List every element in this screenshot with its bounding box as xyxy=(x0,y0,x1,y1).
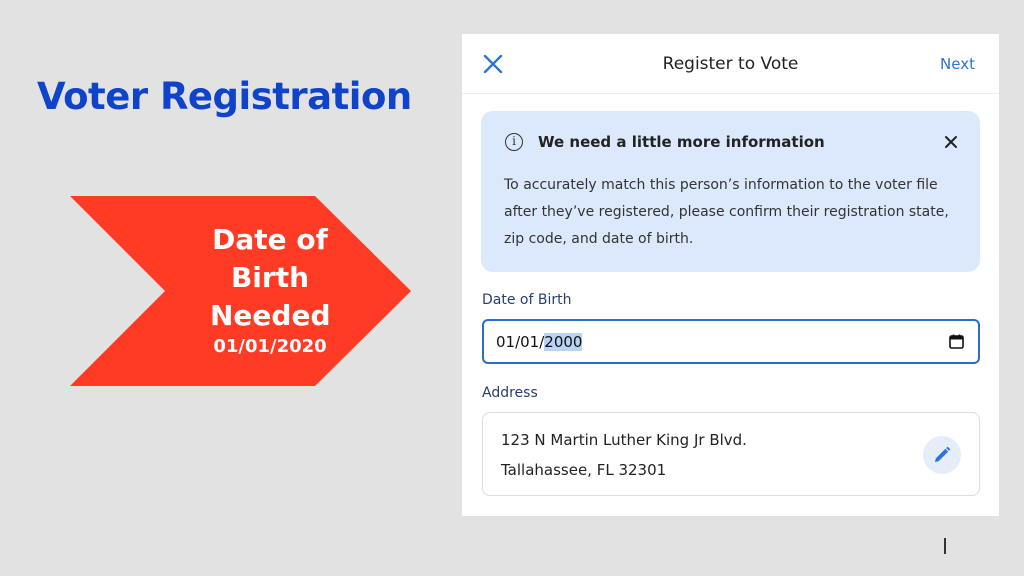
callout-line-2: Birth xyxy=(230,261,310,294)
info-icon: i xyxy=(505,133,523,151)
close-icon[interactable] xyxy=(944,135,958,149)
next-button[interactable]: Next xyxy=(940,55,975,73)
date-of-birth-label: Date of Birth xyxy=(482,292,572,308)
dialog-title: Register to Vote xyxy=(662,54,799,74)
info-banner: i We need a little more information To a… xyxy=(481,111,980,272)
pencil-icon xyxy=(935,446,951,462)
register-dialog: Register to Vote Next i We need a little… xyxy=(462,34,999,516)
address-line-2: Tallahassee, FL 32301 xyxy=(501,461,667,479)
calendar-icon[interactable] xyxy=(949,334,964,349)
callout-line-3: Needed xyxy=(210,299,331,332)
date-of-birth-value: 01/01/2000 xyxy=(496,333,583,351)
date-year-selected: 2000 xyxy=(544,333,583,351)
callout-date: 01/01/2020 xyxy=(213,336,327,357)
date-of-birth-input[interactable]: 01/01/2000 xyxy=(482,319,980,364)
address-label: Address xyxy=(482,385,538,401)
edit-address-button[interactable] xyxy=(923,436,961,474)
address-card: 123 N Martin Luther King Jr Blvd. Tallah… xyxy=(482,412,980,496)
slide-title: Voter Registration xyxy=(37,75,412,118)
info-heading: We need a little more information xyxy=(538,133,825,151)
callout-line-1: Date of xyxy=(212,223,328,256)
text-cursor xyxy=(944,538,946,554)
date-needed-arrow-callout: Date of Birth Needed 01/01/2020 xyxy=(70,196,411,386)
callout-text: Date of Birth Needed 01/01/2020 xyxy=(210,221,331,359)
date-prefix: 01/01/ xyxy=(496,333,545,351)
address-line-1: 123 N Martin Luther King Jr Blvd. xyxy=(501,431,747,449)
info-body: To accurately match this person’s inform… xyxy=(504,177,949,247)
dialog-header: Register to Vote Next xyxy=(462,34,999,94)
